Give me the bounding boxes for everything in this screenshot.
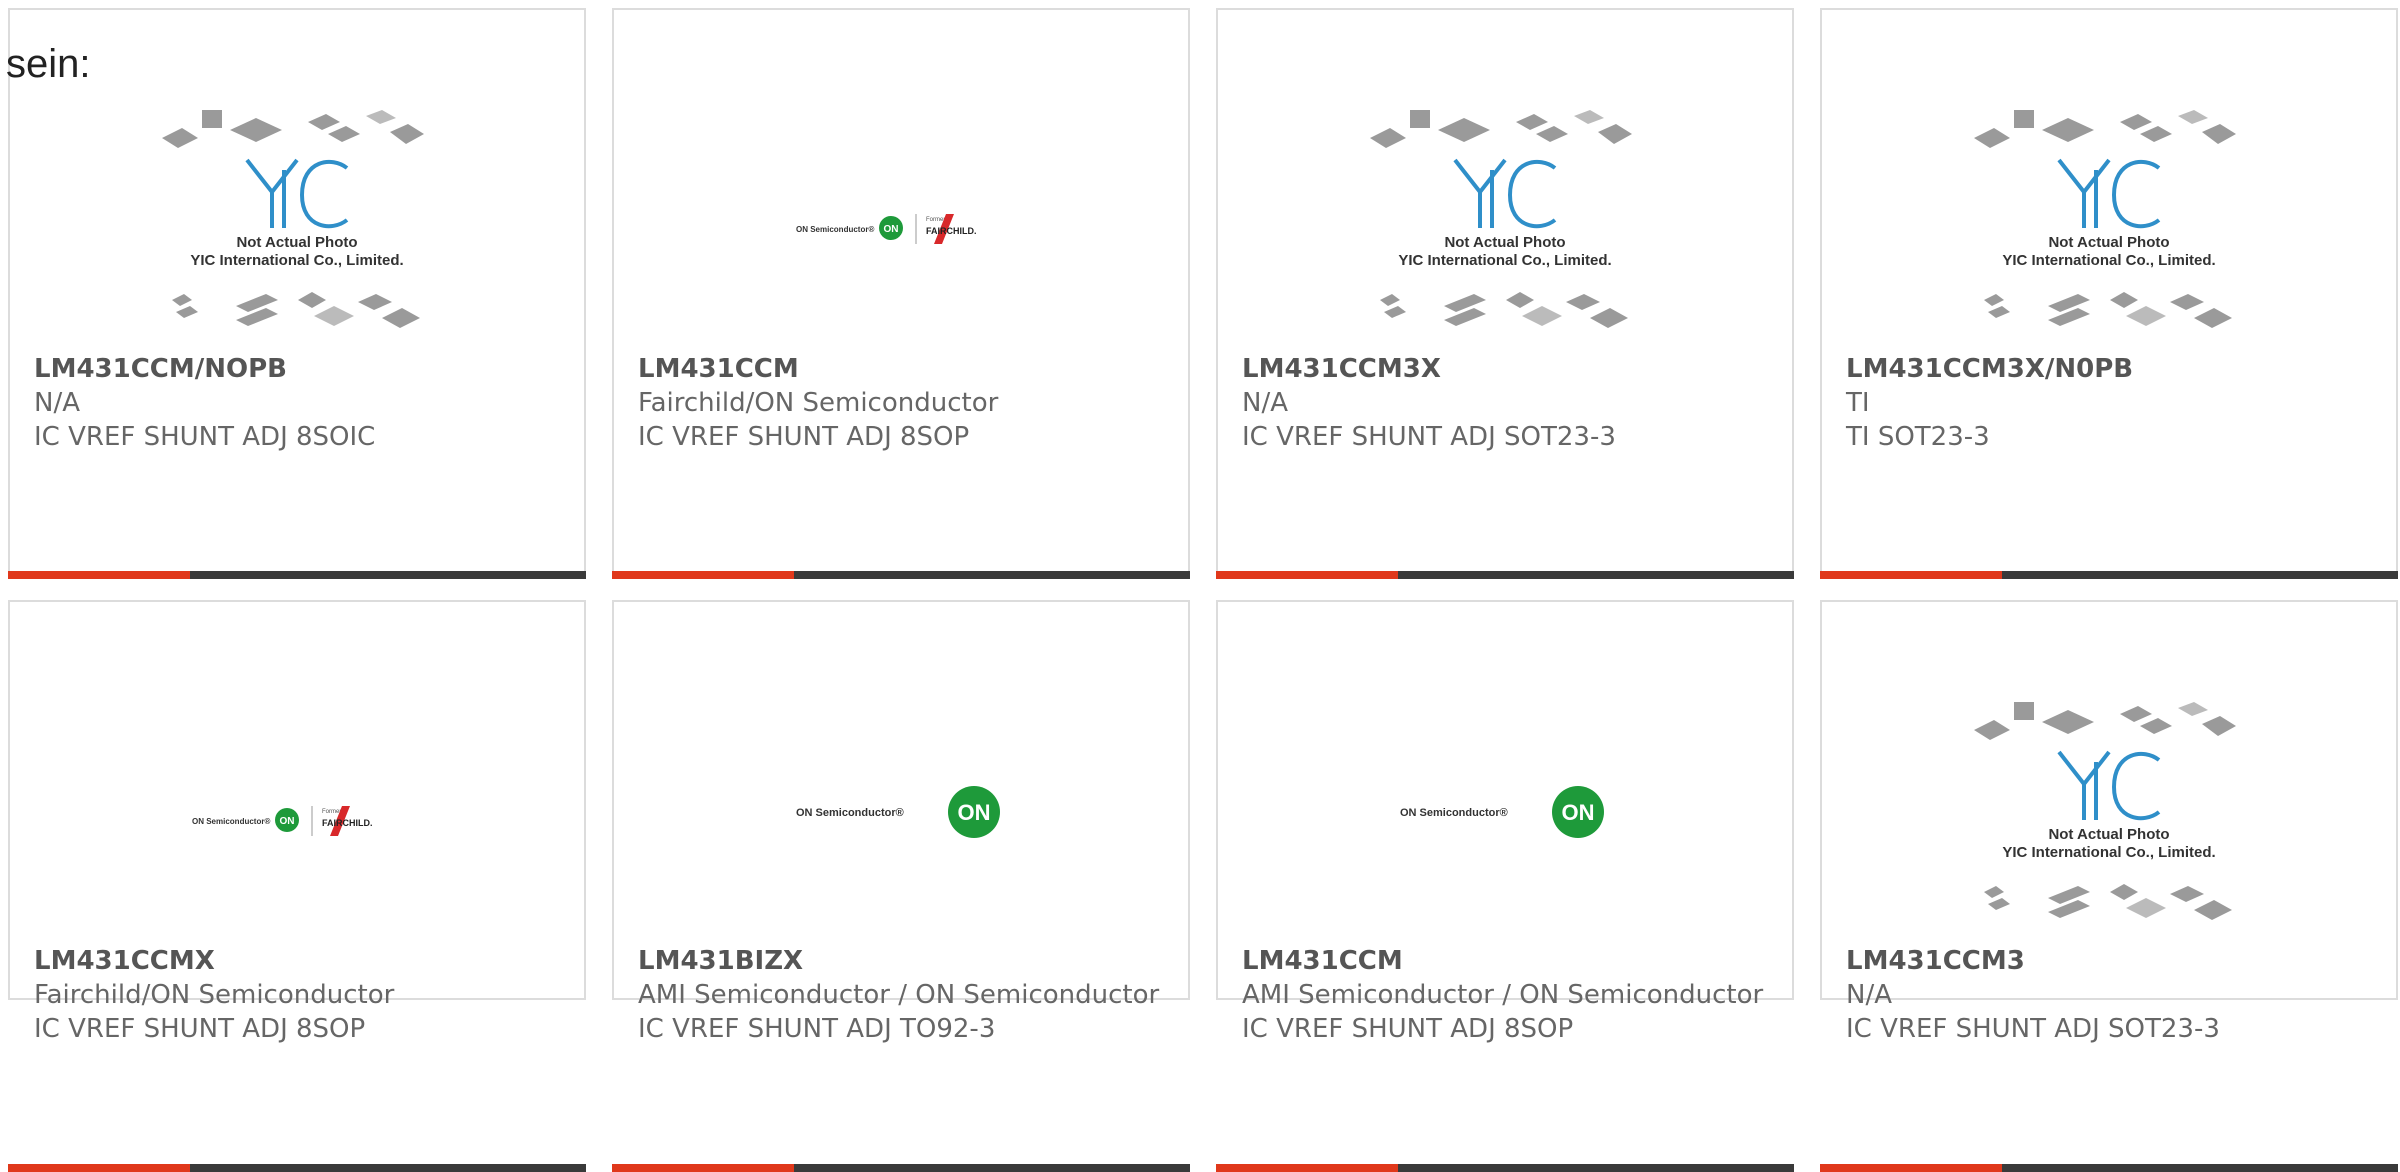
image-caption: Not Actual Photo YIC International Co., …	[190, 234, 404, 269]
part-number[interactable]: LM431CCM3	[1846, 944, 2372, 978]
product-grid: Not Actual Photo YIC International Co., …	[8, 8, 2400, 579]
product-card[interactable]: ON Semiconductor® ON Formerly FAIRCHILD.…	[8, 600, 586, 1172]
svg-text:ON Semiconductor®: ON Semiconductor®	[1400, 807, 1508, 819]
product-info: LM431CCM3 N/A IC VREF SHUNT ADJ SOT23-3	[1846, 944, 2372, 1046]
svg-text:FAIRCHILD.: FAIRCHILD.	[322, 818, 373, 828]
product-image[interactable]: ON Semiconductor® ON	[1218, 652, 1792, 942]
product-card[interactable]: ON Semiconductor® ON LM431BIZX AMI Semic…	[612, 600, 1190, 1172]
product-info: LM431BIZX AMI Semiconductor / ON Semicon…	[638, 944, 1164, 1046]
svg-text:ON: ON	[280, 816, 295, 827]
part-number[interactable]: LM431CCM/NOPB	[34, 352, 560, 386]
manufacturer: AMI Semiconductor / ON Semiconductor	[638, 980, 1160, 1010]
product-info: LM431CCM3X N/A IC VREF SHUNT ADJ SOT23-3	[1242, 352, 1768, 454]
svg-text:ON: ON	[1562, 800, 1595, 825]
part-number[interactable]: LM431CCMX	[34, 944, 560, 978]
product-card[interactable]: Not Actual Photo YIC International Co., …	[1820, 8, 2398, 579]
image-caption: Not Actual Photo YIC International Co., …	[1398, 234, 1612, 269]
svg-text:ON Semiconductor®: ON Semiconductor®	[192, 817, 270, 826]
description: IC VREF SHUNT ADJ TO92-3	[638, 1014, 996, 1044]
product-info: LM431CCM Fairchild/ON Semiconductor IC V…	[638, 352, 1164, 454]
svg-text:ON: ON	[884, 224, 899, 235]
part-number[interactable]: LM431CCM	[638, 352, 1164, 386]
chip-packages-icon	[1370, 110, 1632, 328]
fairchild-on-logo: ON Semiconductor® ON Formerly FAIRCHILD.	[796, 210, 1006, 250]
svg-text:ON: ON	[958, 800, 991, 825]
card-bottom-bar	[612, 1164, 1190, 1172]
product-card[interactable]: Not Actual Photo YIC International Co., …	[1216, 8, 1794, 579]
description: TI SOT23-3	[1846, 422, 1990, 452]
product-image[interactable]: Not Actual Photo YIC International Co., …	[10, 60, 584, 350]
part-number[interactable]: LM431CCM3X/N0PB	[1846, 352, 2372, 386]
text-fragment: sein:	[6, 42, 91, 86]
yic-placeholder-image: Not Actual Photo YIC International Co., …	[1974, 702, 2244, 942]
chip-packages-icon	[1974, 110, 2236, 328]
description: IC VREF SHUNT ADJ 8SOP	[638, 422, 970, 452]
product-info: LM431CCM3X/N0PB TI TI SOT23-3	[1846, 352, 2372, 454]
manufacturer: Fairchild/ON Semiconductor	[638, 388, 999, 418]
product-image[interactable]: ON Semiconductor® ON Formerly FAIRCHILD.	[10, 652, 584, 942]
svg-text:FAIRCHILD.: FAIRCHILD.	[926, 226, 977, 236]
card-bottom-bar	[8, 1164, 586, 1172]
product-image[interactable]: Not Actual Photo YIC International Co., …	[1822, 652, 2396, 942]
description: IC VREF SHUNT ADJ 8SOP	[34, 1014, 366, 1044]
product-card[interactable]: ON Semiconductor® ON Formerly FAIRCHILD.…	[612, 8, 1190, 579]
image-caption: Not Actual Photo YIC International Co., …	[2002, 826, 2216, 861]
product-grid-row-2: ON Semiconductor® ON Formerly FAIRCHILD.…	[8, 600, 2400, 1172]
card-bottom-bar	[8, 571, 586, 579]
product-info: LM431CCM/NOPB N/A IC VREF SHUNT ADJ 8SOI…	[34, 352, 560, 454]
card-bottom-bar	[1216, 571, 1794, 579]
svg-text:ON Semiconductor®: ON Semiconductor®	[796, 225, 874, 234]
product-card[interactable]: ON Semiconductor® ON LM431CCM AMI Semico…	[1216, 600, 1794, 1172]
on-semi-logo: ON Semiconductor® ON	[1400, 782, 1610, 842]
part-number[interactable]: LM431BIZX	[638, 944, 1164, 978]
product-card[interactable]: Not Actual Photo YIC International Co., …	[1820, 600, 2398, 1172]
description: IC VREF SHUNT ADJ 8SOIC	[34, 422, 376, 452]
product-image[interactable]: ON Semiconductor® ON Formerly FAIRCHILD.	[614, 60, 1188, 350]
manufacturer: N/A	[1846, 980, 1892, 1010]
description: IC VREF SHUNT ADJ 8SOP	[1242, 1014, 1574, 1044]
manufacturer: Fairchild/ON Semiconductor	[34, 980, 395, 1010]
manufacturer: N/A	[1242, 388, 1288, 418]
svg-text:ON Semiconductor®: ON Semiconductor®	[796, 807, 904, 819]
product-card[interactable]: Not Actual Photo YIC International Co., …	[8, 8, 586, 579]
product-info: LM431CCM AMI Semiconductor / ON Semicond…	[1242, 944, 1768, 1046]
manufacturer: AMI Semiconductor / ON Semiconductor	[1242, 980, 1764, 1010]
part-number[interactable]: LM431CCM	[1242, 944, 1768, 978]
description: IC VREF SHUNT ADJ SOT23-3	[1846, 1014, 2220, 1044]
fairchild-on-logo: ON Semiconductor® ON Formerly FAIRCHILD.	[192, 802, 402, 842]
description: IC VREF SHUNT ADJ SOT23-3	[1242, 422, 1616, 452]
image-caption: Not Actual Photo YIC International Co., …	[2002, 234, 2216, 269]
product-image[interactable]: Not Actual Photo YIC International Co., …	[1218, 60, 1792, 350]
card-bottom-bar	[1820, 1164, 2398, 1172]
manufacturer: N/A	[34, 388, 80, 418]
product-image[interactable]: ON Semiconductor® ON	[614, 652, 1188, 942]
card-bottom-bar	[612, 571, 1190, 579]
yic-placeholder-image: Not Actual Photo YIC International Co., …	[162, 110, 432, 350]
card-bottom-bar	[1820, 571, 2398, 579]
manufacturer: TI	[1846, 388, 1870, 418]
on-semi-logo: ON Semiconductor® ON	[796, 782, 1006, 842]
chip-packages-icon	[1974, 702, 2236, 920]
chip-packages-icon	[162, 110, 424, 328]
card-bottom-bar	[1216, 1164, 1794, 1172]
yic-placeholder-image: Not Actual Photo YIC International Co., …	[1974, 110, 2244, 350]
part-number[interactable]: LM431CCM3X	[1242, 352, 1768, 386]
product-info: LM431CCMX Fairchild/ON Semiconductor IC …	[34, 944, 560, 1046]
yic-placeholder-image: Not Actual Photo YIC International Co., …	[1370, 110, 1640, 350]
product-image[interactable]: Not Actual Photo YIC International Co., …	[1822, 60, 2396, 350]
